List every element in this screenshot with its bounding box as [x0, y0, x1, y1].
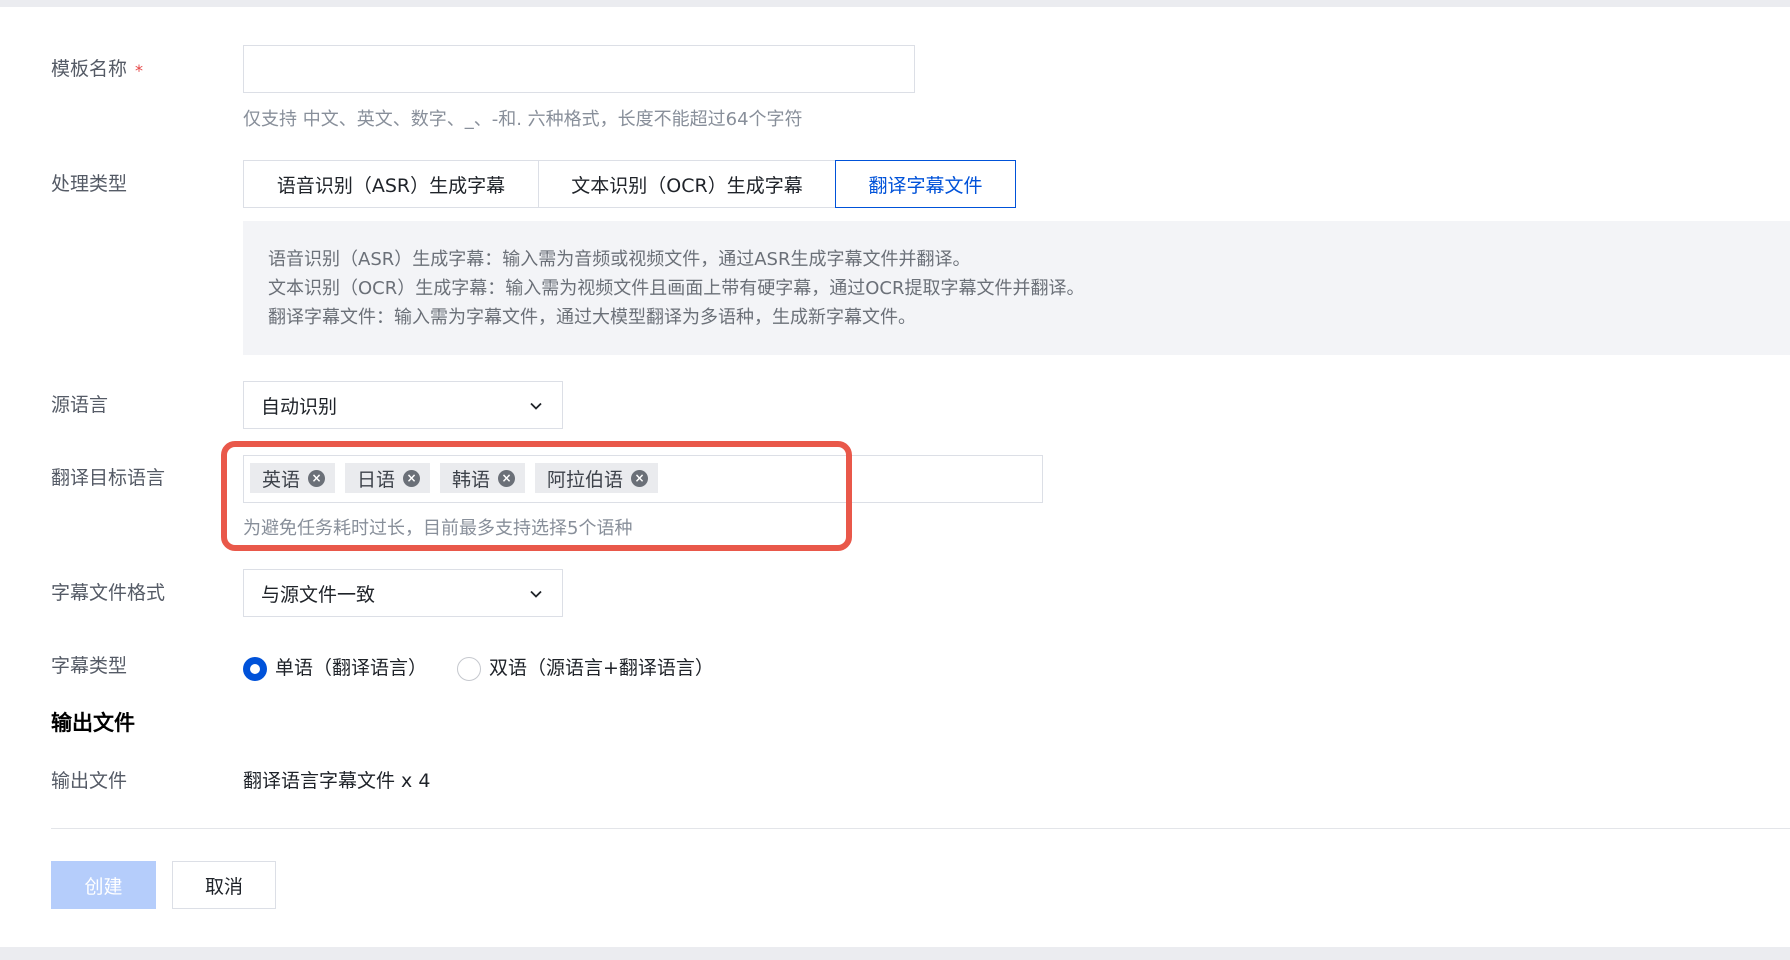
output-section-title: 输出文件 [51, 711, 135, 735]
process-type-option-translate[interactable]: 翻译字幕文件 [835, 160, 1016, 208]
divider [51, 828, 1790, 829]
process-type-option-ocr-label: 文本识别（OCR）生成字幕 [571, 174, 803, 197]
radio-bilingual[interactable] [457, 657, 481, 681]
description-ocr: 文本识别（OCR）生成字幕：输入需为视频文件且画面上带有硬字幕，通过OCR提取字… [268, 278, 1085, 299]
process-type-option-asr[interactable]: 语音识别（ASR）生成字幕 [243, 160, 539, 208]
process-type-option-translate-label: 翻译字幕文件 [868, 174, 983, 197]
create-button-label: 创建 [84, 875, 123, 898]
process-type-description: 语音识别（ASR）生成字幕：输入需为音频或视频文件，通过ASR生成字幕文件并翻译… [243, 221, 1790, 355]
process-type-option-asr-label: 语音识别（ASR）生成字幕 [276, 174, 506, 197]
target-language-label: 翻译目标语言 [51, 467, 166, 489]
radio-bilingual-label[interactable]: 双语（源语言+翻译语言） [489, 656, 714, 680]
create-button[interactable]: 创建 [51, 861, 156, 909]
subtitle-format-value: 与源文件一致 [261, 583, 376, 606]
chevron-down-icon [530, 402, 542, 410]
cancel-button-label: 取消 [204, 875, 243, 898]
description-asr: 语音识别（ASR）生成字幕：输入需为音频或视频文件，通过ASR生成字幕文件并翻译… [268, 249, 971, 270]
template-name-label: 模板名称 * [51, 57, 143, 82]
description-translate: 翻译字幕文件：输入需为字幕文件，通过大模型翻译为多语种，生成新字幕文件。 [268, 307, 916, 328]
process-type-label: 处理类型 [51, 173, 128, 195]
output-label: 输出文件 [51, 770, 128, 792]
process-type-option-ocr[interactable]: 文本识别（OCR）生成字幕 [538, 160, 836, 208]
source-language-value: 自动识别 [261, 395, 338, 418]
radio-monolingual-label[interactable]: 单语（翻译语言） [275, 656, 427, 680]
highlight-box [221, 441, 852, 551]
subtitle-type-label: 字幕类型 [51, 655, 128, 677]
source-language-label: 源语言 [51, 394, 109, 416]
template-name-label-text: 模板名称 [51, 58, 128, 80]
subtitle-format-select[interactable]: 与源文件一致 [243, 569, 563, 617]
source-language-select[interactable]: 自动识别 [243, 381, 563, 429]
output-value: 翻译语言字幕文件 x 4 [243, 770, 431, 792]
cancel-button[interactable]: 取消 [172, 861, 276, 909]
chevron-down-icon [530, 590, 542, 598]
radio-monolingual[interactable] [243, 657, 267, 681]
required-mark: * [135, 61, 144, 80]
template-name-hint: 仅支持 中文、英文、数字、_、-和. 六种格式，长度不能超过64个字符 [243, 109, 803, 130]
subtitle-format-label: 字幕文件格式 [51, 582, 166, 604]
template-name-input[interactable] [243, 45, 915, 93]
